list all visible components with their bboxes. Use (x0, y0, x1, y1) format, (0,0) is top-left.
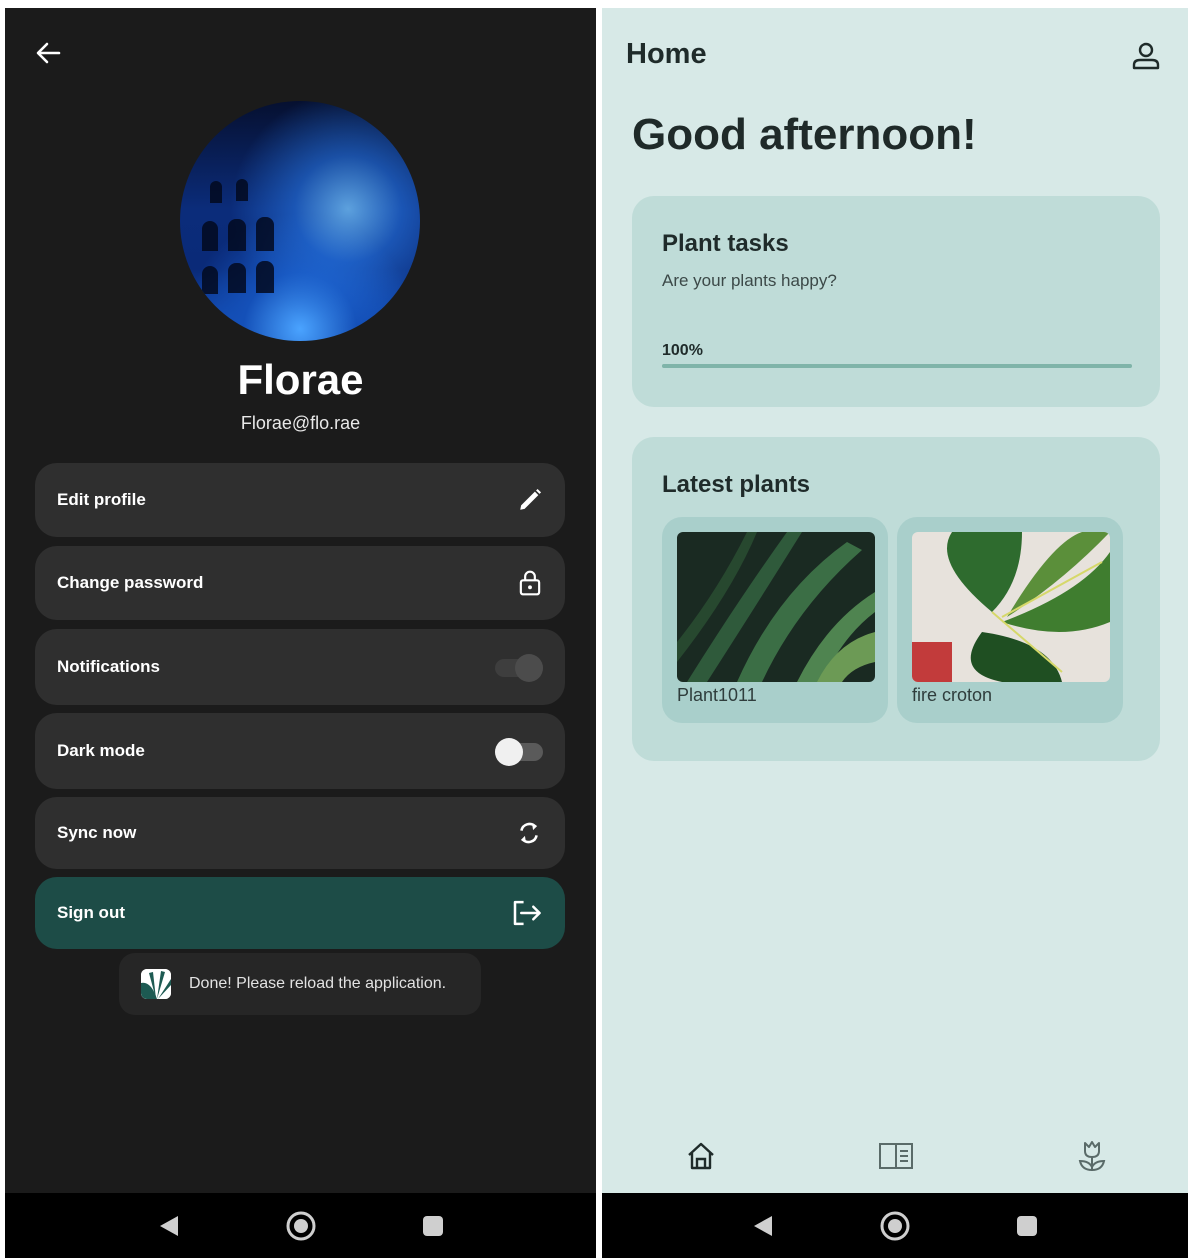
flower-icon (1078, 1141, 1106, 1171)
plant-image (912, 532, 1110, 682)
logout-icon (513, 900, 541, 926)
profile-email: Florae@flo.rae (240, 413, 361, 433)
progress-bar (662, 364, 1132, 368)
page-title: Home (626, 38, 707, 70)
pencil-icon (520, 488, 542, 510)
recents-square-icon[interactable] (422, 1215, 444, 1237)
recents-square-icon[interactable] (1016, 1215, 1038, 1237)
catalog-icon (879, 1143, 913, 1169)
sync-now-button[interactable]: Sync now (35, 797, 565, 869)
plant-card[interactable]: fire croton (897, 517, 1123, 723)
back-triangle-icon[interactable] (158, 1214, 180, 1238)
change-password-button[interactable]: Change password (35, 546, 565, 620)
sign-out-button[interactable]: Sign out (35, 877, 565, 949)
back-button[interactable] (33, 38, 63, 68)
menu-item-label: Notifications (57, 657, 160, 676)
card-title: Plant tasks (662, 230, 789, 257)
card-subtitle: Are your plants happy? (662, 271, 837, 290)
greeting: Good afternoon! (632, 110, 977, 159)
plant-tasks-card[interactable]: Plant tasks Are your plants happy? 100% (632, 196, 1160, 407)
app-logo-icon (141, 969, 171, 999)
profile-name: Florae (237, 356, 364, 403)
menu-item-label: Change password (57, 573, 204, 592)
back-triangle-icon[interactable] (752, 1214, 774, 1238)
lock-icon (519, 570, 541, 596)
menu-item-label: Sync now (57, 823, 137, 842)
nav-catalog[interactable] (876, 1136, 916, 1176)
menu-item-label: Edit profile (57, 490, 146, 509)
plant-name: fire croton (912, 685, 993, 705)
dark-mode-toggle[interactable] (495, 738, 543, 766)
plant-card[interactable]: Plant1011 (662, 517, 888, 723)
card-title: Latest plants (662, 471, 811, 498)
notifications-row: Notifications (35, 629, 565, 705)
progress-label: 100% (662, 342, 703, 359)
system-navbar (602, 1193, 1188, 1258)
plant-name: Plant1011 (677, 685, 757, 705)
home-icon (688, 1142, 714, 1170)
notifications-toggle[interactable] (495, 654, 543, 682)
arrow-left-icon (36, 42, 61, 64)
bottom-navigation (602, 1136, 1188, 1194)
sync-icon (520, 822, 538, 844)
latest-plants-card: Latest plants Plant1011 fire croton (632, 437, 1160, 761)
nav-home[interactable] (681, 1136, 721, 1176)
system-navbar (5, 1193, 596, 1258)
nav-plants[interactable] (1072, 1136, 1112, 1176)
toast-message: Done! Please reload the application. (189, 975, 447, 992)
menu-item-label: Dark mode (57, 741, 145, 760)
avatar[interactable] (180, 101, 420, 341)
progress-fill (662, 364, 1132, 368)
account-icon (1132, 42, 1160, 70)
account-button[interactable] (1130, 40, 1162, 72)
home-circle-icon[interactable] (879, 1210, 911, 1242)
home-screen: Home Good afternoon! Plant tasks Are you… (602, 8, 1188, 1258)
edit-profile-button[interactable]: Edit profile (35, 463, 565, 537)
dark-mode-row: Dark mode (35, 713, 565, 789)
toast: Done! Please reload the application. (119, 953, 481, 1015)
menu-item-label: Sign out (57, 903, 125, 922)
home-circle-icon[interactable] (285, 1210, 317, 1242)
plant-image (677, 532, 875, 682)
profile-screen: Florae Florae@flo.rae Edit profile Chang… (5, 8, 596, 1258)
